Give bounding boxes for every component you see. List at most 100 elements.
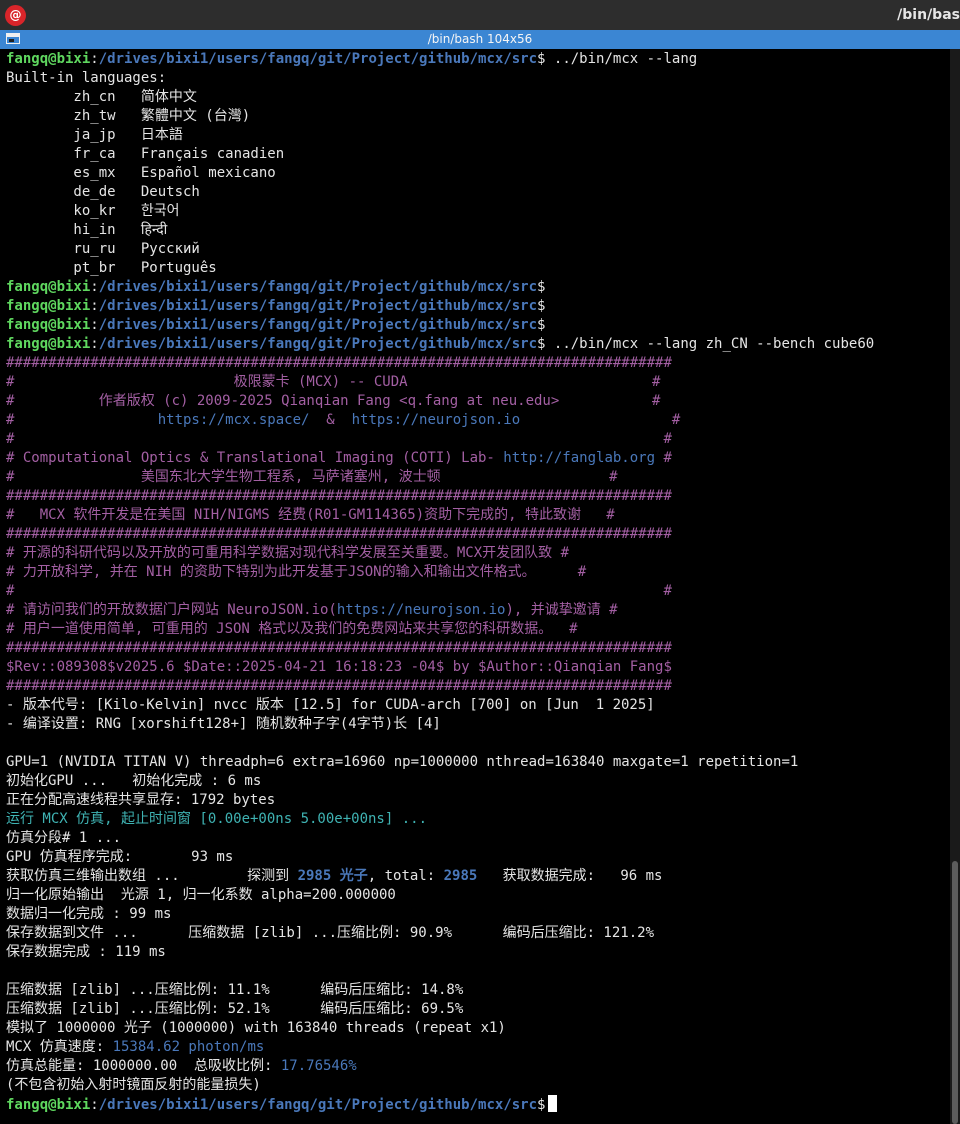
terminal-text: 运行 MCX 仿真, 起止时间窗 [0.00e+00ns 5.00e+00ns]…: [6, 811, 428, 827]
terminal-text: http://fanglab.org: [503, 450, 656, 466]
terminal-line: pt_br Português: [6, 259, 216, 278]
terminal-line: 保存数据完成 : 119 ms: [6, 943, 166, 962]
terminal-line: ja_jp 日本語: [6, 126, 182, 145]
terminal-line: 运行 MCX 仿真, 起止时间窗 [0.00e+00ns 5.00e+00ns]…: [6, 810, 427, 829]
terminal-output[interactable]: fangq@bixi:/drives/bixi1/users/fangq/git…: [0, 49, 950, 1124]
terminal-line: ko_kr 한국어: [6, 202, 179, 221]
terminal-line: zh_tw 繁體中文 (台灣): [6, 107, 250, 126]
terminal-line: ########################################…: [6, 525, 672, 544]
terminal-text: ########################################…: [6, 526, 672, 542]
terminal-line: 正在分配高速线程共享显存: 1792 bytes: [6, 791, 275, 810]
terminal-text: 17.76546%: [280, 1058, 357, 1074]
terminal-text: # 作者版权 (c) 2009-2025 Qianqian Fang <q.fa…: [6, 393, 661, 409]
terminal-line: 压缩数据 [zlib] ...压缩比例: 11.1% 编码后压缩比: 14.8%: [6, 981, 463, 1000]
terminal-text: :: [90, 298, 99, 314]
terminal-line: fangq@bixi:/drives/bixi1/users/fangq/git…: [6, 297, 545, 316]
terminal-text: 15384.62 photon/ms: [112, 1039, 265, 1055]
terminal-text: # Computational Optics & Translational I…: [6, 450, 504, 466]
terminal-text: :: [90, 1097, 99, 1113]
terminal-text: ), 并诚挚邀请 #: [505, 602, 618, 618]
terminal-text: # 力开放科学, 并在 NIH 的资助下特别为此开发基于JSON的输入和输出文件…: [6, 564, 587, 580]
terminal-text: # 请访问我们的开放数据门户网站 NeuroJSON.io(: [6, 602, 337, 618]
terminal-line: # 用户一道使用简单, 可重用的 JSON 格式以及我们的免费网站来共享您的科研…: [6, 620, 578, 639]
text-cursor: [548, 1095, 558, 1112]
terminal-line: MCX 仿真速度: 15384.62 photon/ms: [6, 1038, 264, 1057]
terminal-line: fangq@bixi:/drives/bixi1/users/fangq/git…: [6, 50, 697, 69]
terminal-text: &: [309, 412, 352, 428]
terminal-text: $Rev::089308$v2025.6 $Date::2025-04-21 1…: [6, 659, 672, 675]
prompt-path: /drives/bixi1/users/fangq/git/Project/gi…: [98, 1097, 538, 1113]
terminal-line: 仿真总能量: 1000000.00 总吸收比例: 17.76546%: [6, 1057, 357, 1076]
terminal-text: 数据归一化完成 : 99 ms: [6, 906, 172, 922]
prompt-path: /drives/bixi1/users/fangq/git/Project/gi…: [98, 317, 538, 333]
terminal-text: 保存数据到文件 ... 压缩数据 [zlib] ...压缩比例: 90.9% 编…: [6, 925, 655, 941]
terminal-text: fr_ca Français canadien: [6, 146, 285, 162]
terminal-line: GPU 仿真程序完成: 93 ms: [6, 848, 233, 867]
terminal-text: 正在分配高速线程共享显存: 1792 bytes: [6, 792, 276, 808]
terminal-text: GPU=1 (NVIDIA TITAN V) threadph=6 extra=…: [6, 754, 799, 770]
terminal-text: 仿真总能量: 1000000.00 总吸收比例:: [6, 1058, 281, 1074]
terminal-text: # #: [6, 583, 672, 599]
terminal-text: #: [655, 450, 672, 466]
terminal-line: # https://mcx.space/ & https://neurojson…: [6, 411, 680, 430]
terminal-text: 压缩数据 [zlib] ...压缩比例: 11.1% 编码后压缩比: 14.8%: [6, 982, 464, 998]
terminal-line: # 开源的科研代码以及开放的可重用科学数据对现代科学发展至关重要。MCX开发团队…: [6, 544, 569, 563]
terminal-line: ########################################…: [6, 487, 672, 506]
terminal-line: ru_ru Русский: [6, 240, 199, 259]
terminal-text: 保存数据完成 : 119 ms: [6, 944, 166, 960]
prompt-path: /drives/bixi1/users/fangq/git/Project/gi…: [98, 336, 538, 352]
prompt-path: /drives/bixi1/users/fangq/git/Project/gi…: [98, 298, 538, 314]
terminal-text: ########################################…: [6, 488, 672, 504]
prompt-user: fangq@bixi: [6, 336, 91, 352]
prompt-path: /drives/bixi1/users/fangq/git/Project/gi…: [98, 279, 538, 295]
terminal-line: fangq@bixi:/drives/bixi1/users/fangq/git…: [6, 278, 545, 297]
terminal-line: de_de Deutsch: [6, 183, 199, 202]
terminal-text: ########################################…: [6, 355, 672, 371]
terminal-text: https://mcx.space/: [157, 412, 310, 428]
terminal-line: 模拟了 1000000 光子 (1000000) with 163840 thr…: [6, 1019, 506, 1038]
terminal-text: $: [537, 279, 546, 295]
terminal-line: zh_cn 简体中文: [6, 88, 196, 107]
debian-swirl-icon[interactable]: @: [5, 5, 26, 26]
prompt-user: fangq@bixi: [6, 1097, 91, 1113]
terminal-line: # 极限蒙卡 (MCX) -- CUDA #: [6, 373, 660, 392]
terminal-line: hi_in हिन्दी: [6, 221, 167, 240]
terminal-text: , total:: [367, 868, 444, 884]
desktop-top-bar: @ /bin/bas: [0, 0, 960, 30]
vertical-scrollbar[interactable]: [950, 49, 960, 1124]
terminal-text: # MCX 软件开发是在美国 NIH/NIGMS 经费(R01-GM114365…: [6, 507, 615, 523]
terminal-line: # MCX 软件开发是在美国 NIH/NIGMS 经费(R01-GM114365…: [6, 506, 615, 525]
window-title: /bin/bash 104x56: [427, 32, 533, 46]
terminal-text: zh_tw 繁體中文 (台灣): [6, 108, 251, 124]
terminal-text: https://neurojson.io: [351, 412, 521, 428]
terminal-text: (不包含初始入射时镜面反射的能量损失): [6, 1077, 261, 1093]
prompt-path: /drives/bixi1/users/fangq/git/Project/gi…: [98, 51, 538, 67]
terminal-text: $: [537, 298, 546, 314]
terminal-line: fangq@bixi:/drives/bixi1/users/fangq/git…: [6, 335, 874, 354]
terminal-text: 仿真分段# 1 ...: [6, 830, 122, 846]
terminal-text: :: [90, 336, 99, 352]
terminal-line: (不包含初始入射时镜面反射的能量损失): [6, 1076, 261, 1095]
prompt-user: fangq@bixi: [6, 317, 91, 333]
terminal-text: 初始化GPU ... 初始化完成 : 6 ms: [6, 773, 262, 789]
terminal-text: https://neurojson.io: [336, 602, 506, 618]
terminal-text: #: [520, 412, 681, 428]
terminal-line: fr_ca Français canadien: [6, 145, 284, 164]
terminal-text: 压缩数据 [zlib] ...压缩比例: 52.1% 编码后压缩比: 69.5%: [6, 1001, 464, 1017]
terminal-text: GPU 仿真程序完成: 93 ms: [6, 849, 234, 865]
active-window-title: /bin/bas: [897, 7, 960, 23]
terminal-text: # 极限蒙卡 (MCX) -- CUDA #: [6, 374, 661, 390]
terminal-text: 获取数据完成: 96 ms: [477, 868, 663, 884]
terminal-text: 归一化原始输出 光源 1, 归一化系数 alpha=200.000000: [6, 887, 396, 903]
terminal-text: - 编译设置: RNG [xorshift128+] 随机数种子字(4字节)长 …: [6, 716, 441, 732]
terminal-text: # 开源的科研代码以及开放的可重用科学数据对现代科学发展至关重要。MCX开发团队…: [6, 545, 569, 561]
window-titlebar[interactable]: /bin/bash 104x56: [0, 30, 960, 49]
terminal-text: 2985: [443, 868, 478, 884]
scrollbar-thumb[interactable]: [952, 861, 958, 1124]
terminal-line: # 力开放科学, 并在 NIH 的资助下特别为此开发基于JSON的输入和输出文件…: [6, 563, 586, 582]
terminal-line: # Computational Optics & Translational I…: [6, 449, 672, 468]
terminal-line: # #: [6, 582, 672, 601]
terminal-line: 数据归一化完成 : 99 ms: [6, 905, 171, 924]
terminal-text: :: [90, 279, 99, 295]
terminal-line: ########################################…: [6, 354, 672, 373]
